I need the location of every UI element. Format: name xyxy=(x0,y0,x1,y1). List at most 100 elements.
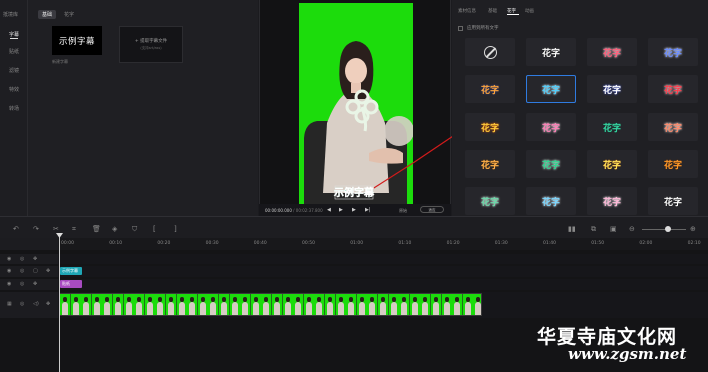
left-nav-header: 抵境库 xyxy=(3,12,19,18)
video-frame-thumb xyxy=(420,294,431,315)
sample-subtitle-card[interactable]: 示例字幕 xyxy=(52,26,102,55)
video-subtitle-overlay[interactable]: 示例字幕 xyxy=(334,186,375,199)
tab-basic-style[interactable]: 基础 xyxy=(488,8,497,14)
fancy-text-tile[interactable]: 花字 xyxy=(465,75,515,103)
play-icon[interactable]: ▶ xyxy=(339,207,343,213)
snap-icon[interactable]: ⧉ xyxy=(591,225,596,234)
skip-end-icon[interactable]: ▶| xyxy=(365,207,371,213)
move-icon[interactable]: ✥ xyxy=(33,281,37,287)
crop-icon[interactable]: ⌗ xyxy=(72,225,76,234)
nav-item-filter[interactable]: 滤镜 xyxy=(9,67,19,74)
audio-icon[interactable]: ◁) xyxy=(33,301,39,307)
copy-icon[interactable]: ▢ xyxy=(33,268,38,274)
tab-material-info[interactable]: 素材信息 xyxy=(458,8,476,14)
delete-icon[interactable]: 🗑 xyxy=(92,225,101,233)
fancy-text-tile[interactable]: 花字 xyxy=(526,75,576,103)
zoom-out-icon[interactable]: ⊖ xyxy=(629,225,635,233)
fancy-text-tile[interactable]: 花字 xyxy=(587,187,637,215)
video-clip[interactable] xyxy=(59,293,482,316)
nav-item-sticker[interactable]: 贴纸 xyxy=(9,48,19,55)
fancy-text-tile[interactable]: 花字 xyxy=(648,150,698,178)
film-icon[interactable]: ▦ xyxy=(7,301,12,307)
video-frame-thumb xyxy=(431,294,441,315)
nav-item-transition[interactable]: 转场 xyxy=(9,105,19,112)
fancy-text-sample: 花字 xyxy=(602,197,621,208)
ratio-label[interactable]: 原始 xyxy=(399,208,407,214)
sample-subtitle-caption: 新建字幕 xyxy=(52,59,68,64)
bracket-left-icon[interactable]: [ xyxy=(153,225,156,233)
fancy-text-tile[interactable]: 花字 xyxy=(526,187,576,215)
zoom-slider-thumb[interactable] xyxy=(665,226,671,232)
no-style-tile[interactable] xyxy=(465,38,515,66)
redo-icon[interactable]: ↷ xyxy=(33,225,39,233)
fancy-text-tile[interactable]: 花字 xyxy=(648,113,698,141)
freeze-icon[interactable]: ◈ xyxy=(112,225,117,233)
tab-basic[interactable]: 基础 xyxy=(38,10,57,19)
fancy-text-tile[interactable]: 花字 xyxy=(465,113,515,141)
track-lane-subtitle[interactable] xyxy=(58,266,708,277)
fancy-text-sample: 花字 xyxy=(663,85,682,96)
video-frame-thumb xyxy=(452,294,463,315)
fancy-text-tile[interactable]: 花字 xyxy=(587,150,637,178)
lock-icon[interactable]: ◉ xyxy=(7,281,11,287)
eye-icon[interactable]: ◎ xyxy=(20,256,24,262)
video-frame-thumb xyxy=(388,294,399,315)
fancy-text-tile[interactable]: 花字 xyxy=(526,150,576,178)
preview-video[interactable]: 示例字幕 xyxy=(299,3,413,204)
tab-animation[interactable]: 动画 xyxy=(525,8,534,14)
video-frame-thumb xyxy=(102,294,113,315)
move-icon[interactable]: ✥ xyxy=(46,268,50,274)
import-subtitle-card[interactable]: + 提取字幕文件 (支持srt/ass) xyxy=(119,26,183,63)
track-lane-effect[interactable] xyxy=(58,279,708,290)
fancy-text-tile[interactable]: 花字 xyxy=(648,38,698,66)
fancy-text-tile[interactable]: 花字 xyxy=(587,38,637,66)
prohibited-icon xyxy=(483,45,497,59)
fancy-text-tile[interactable]: 花字 xyxy=(526,38,576,66)
playhead[interactable] xyxy=(59,233,60,372)
fancy-text-sample: 花字 xyxy=(480,160,499,171)
ruler-tick-label: 00:00 xyxy=(61,241,74,246)
move-icon[interactable]: ✥ xyxy=(46,301,50,307)
eye-icon[interactable]: ◎ xyxy=(20,281,24,287)
lock-icon[interactable]: ◉ xyxy=(7,256,11,262)
move-icon[interactable]: ✥ xyxy=(33,256,37,262)
ruler-tick-label: 00:50 xyxy=(302,241,315,246)
undo-icon[interactable]: ↶ xyxy=(13,225,19,233)
fancy-text-tile[interactable]: 花字 xyxy=(587,75,637,103)
fit-button[interactable]: 适应 xyxy=(420,206,444,213)
subtitle-clip[interactable]: 示例字幕 xyxy=(60,267,82,275)
shield-icon[interactable]: ⛉ xyxy=(132,225,137,234)
apply-all-checkbox[interactable] xyxy=(458,26,463,31)
bracket-right-icon[interactable]: ] xyxy=(174,225,177,233)
timecode-current: 00:00:00.000 xyxy=(265,208,292,213)
split-icon[interactable]: ✂ xyxy=(53,225,59,233)
timeline-ruler[interactable]: 00:00 00:10 00:20 00:30 00:40 00:50 01:00 01:10… xyxy=(0,238,708,250)
step-back-icon[interactable]: ◀ xyxy=(327,207,331,213)
fancy-text-sample: 花字 xyxy=(663,48,682,59)
eye-icon[interactable]: ◎ xyxy=(20,268,24,274)
tab-fancy-text[interactable]: 花字 xyxy=(64,11,74,18)
zoom-in-icon[interactable]: ⊕ xyxy=(690,225,696,233)
lock-icon[interactable]: ◉ xyxy=(7,268,11,274)
fancy-text-sample: 花字 xyxy=(602,160,621,171)
video-frame-thumb xyxy=(272,294,282,315)
step-forward-icon[interactable]: ▶ xyxy=(352,207,356,213)
fancy-text-tile[interactable]: 花字 xyxy=(587,113,637,141)
eye-icon[interactable]: ◎ xyxy=(20,301,24,307)
effect-clip[interactable]: 贴纸 xyxy=(60,280,82,288)
fancy-text-tile[interactable]: 花字 xyxy=(526,113,576,141)
video-frame-thumb xyxy=(441,294,452,315)
fancy-text-tile[interactable]: 花字 xyxy=(465,187,515,215)
track-lane-1[interactable] xyxy=(58,254,708,264)
audio-icon[interactable]: ▮▮ xyxy=(568,225,576,233)
fit-timeline-icon[interactable]: ▣ xyxy=(610,225,617,233)
fancy-text-tile[interactable]: 花字 xyxy=(648,75,698,103)
fancy-text-tile[interactable]: 花字 xyxy=(648,187,698,215)
fancy-text-sample: 花字 xyxy=(541,85,560,96)
fancy-text-tile[interactable]: 花字 xyxy=(465,150,515,178)
nav-item-subtitle[interactable]: 字幕 xyxy=(9,31,19,38)
ruler-tick-label: 01:10 xyxy=(398,241,412,246)
zoom-slider-track[interactable] xyxy=(642,229,686,230)
left-nav: 抵境库 字幕 贴纸 滤镜 特效 转场 xyxy=(0,0,28,216)
nav-item-effect[interactable]: 特效 xyxy=(9,86,19,93)
